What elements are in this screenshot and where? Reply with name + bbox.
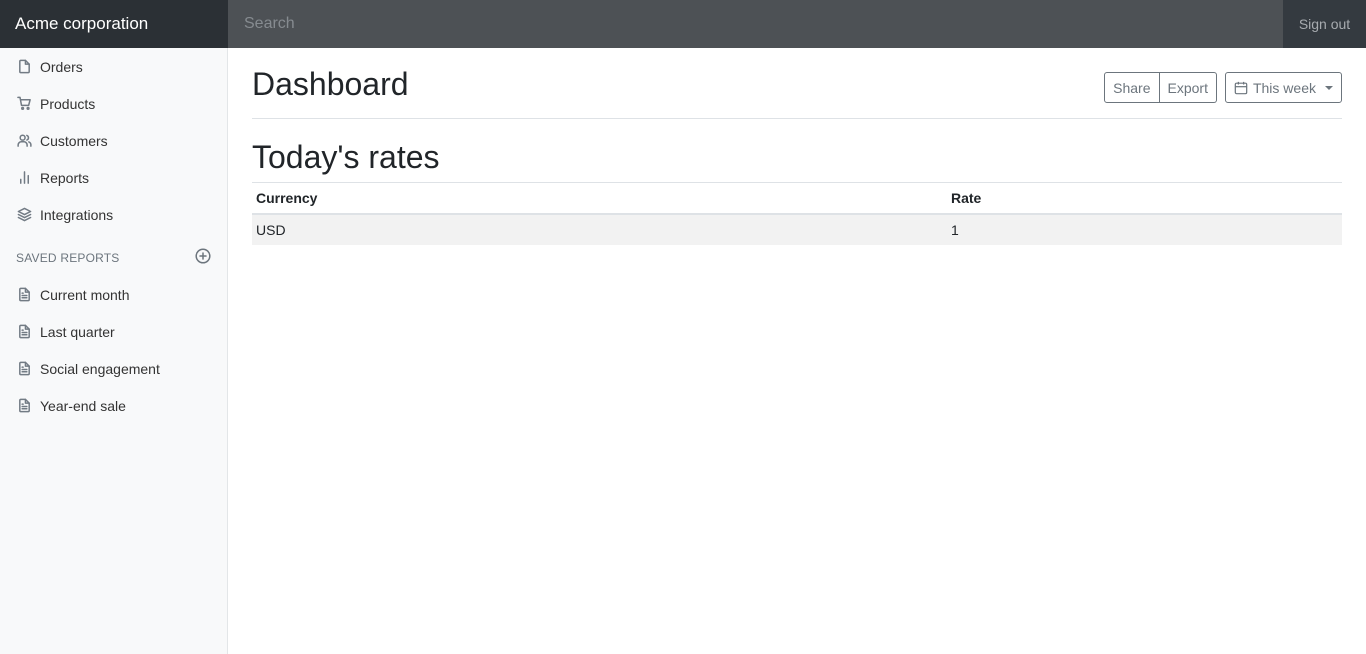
file-text-icon [16,398,32,414]
sidebar-item-label: Customers [40,132,108,149]
add-circle-icon[interactable] [195,247,211,269]
export-button[interactable]: Export [1159,72,1217,103]
cart-icon [16,96,32,112]
column-header-currency: Currency [252,183,947,215]
search-input[interactable] [228,0,1283,48]
sidebar-item-orders[interactable]: Orders [0,48,227,85]
users-icon [16,133,32,149]
file-text-icon [16,324,32,340]
share-export-group: Share Export [1104,72,1217,103]
period-dropdown[interactable]: This week [1224,72,1342,103]
saved-report-label: Year-end sale [40,397,126,414]
saved-reports-header: SAVED REPORTS [0,245,227,271]
sidebar: Orders Products Customers Reports Integr… [0,48,228,654]
sidebar-item-label: Orders [40,58,83,75]
main-content: Dashboard Share Export This week Today's… [252,48,1342,245]
table-cell-currency: USD [252,214,947,245]
sidebar-item-label: Integrations [40,206,114,223]
sidebar-item-products[interactable]: Products [0,85,227,122]
sidebar-item-label: Reports [40,169,90,186]
saved-report-label: Social engagement [40,360,160,377]
column-header-rate: Rate [947,183,1342,215]
saved-report-last-quarter[interactable]: Last quarter [0,313,227,350]
layers-icon [16,207,32,223]
calendar-icon [1234,81,1248,94]
file-icon [16,59,32,75]
page-header: Dashboard Share Export This week [252,48,1342,119]
saved-reports-title: SAVED REPORTS [16,251,120,265]
chevron-down-icon [1325,85,1333,90]
section-title: Today's rates [252,138,1342,183]
sidebar-item-reports[interactable]: Reports [0,159,227,196]
table-cell-rate: 1 [947,214,1342,245]
saved-report-year-end-sale[interactable]: Year-end sale [0,387,227,424]
sign-out-link[interactable]: Sign out [1283,0,1366,48]
bar-chart-icon [16,170,32,186]
rates-table: Currency Rate USD 1 [252,183,1342,245]
toolbar: Share Export This week [1104,72,1342,103]
saved-report-social-engagement[interactable]: Social engagement [0,350,227,387]
sidebar-item-label: Products [40,95,96,112]
brand-name[interactable]: Acme corporation [0,0,228,48]
sidebar-item-customers[interactable]: Customers [0,122,227,159]
saved-report-current-month[interactable]: Current month [0,276,227,313]
file-text-icon [16,361,32,377]
file-text-icon [16,287,32,303]
period-label: This week [1252,79,1316,96]
page-title: Dashboard [252,66,409,102]
saved-report-label: Current month [40,286,130,303]
table-header-row: Currency Rate [252,183,1342,215]
top-navbar: Acme corporation Sign out [0,0,1366,48]
sidebar-item-integrations[interactable]: Integrations [0,196,227,233]
saved-report-label: Last quarter [40,323,115,340]
table-row: USD 1 [252,214,1342,245]
share-button[interactable]: Share [1104,72,1160,103]
